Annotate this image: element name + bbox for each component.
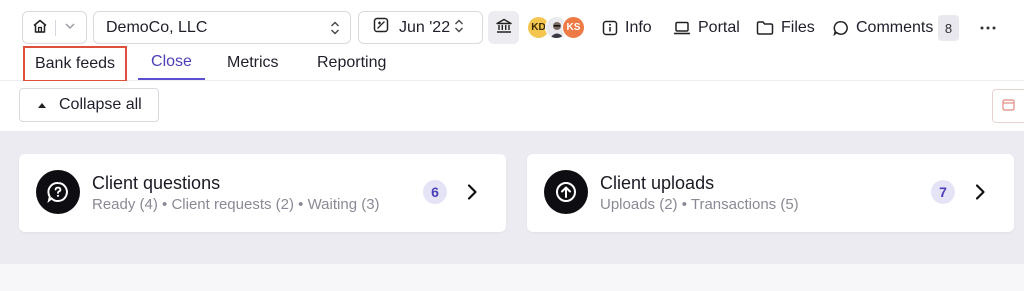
tab-reporting[interactable]: Reporting [317,46,386,80]
tab-bar: Bank feeds Close Metrics Reporting [0,46,1024,82]
files-link[interactable]: Files [756,16,815,40]
card-title: Client uploads [600,173,715,193]
triangle-up-icon [37,96,47,114]
main-content: Client questions Ready (4) • Client requ… [0,131,1024,264]
avatar[interactable]: KS [562,16,585,39]
tab-bank-feeds[interactable]: Bank feeds [23,46,127,82]
period-select[interactable]: Jun '22 [358,11,483,44]
info-label: Info [625,19,652,36]
count-badge: 6 [423,180,447,204]
client-questions-card[interactable]: Client questions Ready (4) • Client requ… [19,154,506,232]
collapse-all-button[interactable]: Collapse all [19,88,159,122]
toolbar: Collapse all [0,81,1024,131]
calendar-plus-icon [373,17,389,38]
comments-link[interactable]: Comments [833,16,933,40]
bottom-area [0,264,1024,291]
chevron-down-icon[interactable] [64,19,76,36]
sort-updown-icon [329,20,341,41]
bank-icon [495,17,513,39]
portal-link[interactable]: Portal [673,16,740,40]
card-subtitle: Ready (4) • Client requests (2) • Waitin… [92,196,380,213]
files-label: Files [781,19,815,36]
comments-label: Comments [856,19,934,36]
portal-label: Portal [698,19,740,36]
home-switcher[interactable] [22,11,87,44]
period-label: Jun '22 [399,18,451,36]
sort-updown-icon [453,18,465,39]
top-bar: DemoCo, LLC Jun '22 KD KS Info Portal Fi… [0,0,1024,46]
tab-metrics[interactable]: Metrics [227,46,279,80]
bank-button[interactable] [488,11,519,44]
divider [55,19,56,36]
info-link[interactable]: Info [602,16,652,40]
folder-icon [756,21,774,35]
date-filter-button[interactable] [992,89,1024,123]
chevron-right-icon[interactable] [973,183,987,201]
card-subtitle: Uploads (2) • Transactions (5) [600,196,799,213]
tab-close[interactable]: Close [138,46,205,80]
chevron-right-icon[interactable] [465,183,479,201]
client-uploads-card[interactable]: Client uploads Uploads (2) • Transaction… [527,154,1014,232]
count-badge: 7 [931,180,955,204]
comment-bubble-icon [833,21,848,36]
upload-arrow-icon [544,170,588,214]
collapse-all-label: Collapse all [59,96,142,113]
home-icon[interactable] [32,18,48,38]
company-name: DemoCo, LLC [106,18,208,36]
calendar-icon [1002,98,1015,115]
laptop-icon [674,21,690,35]
comments-count-badge[interactable]: 8 [938,15,959,41]
company-select[interactable]: DemoCo, LLC [93,11,351,44]
question-bubble-icon [36,170,80,214]
info-icon [602,20,618,36]
card-title: Client questions [92,173,221,193]
more-icon[interactable] [978,18,998,38]
